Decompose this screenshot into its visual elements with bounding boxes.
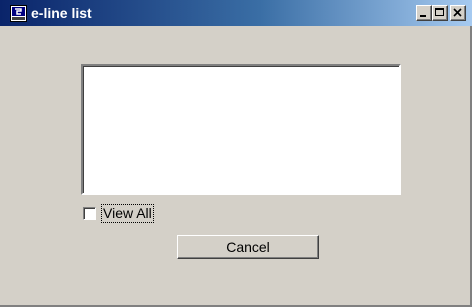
close-icon <box>453 8 462 17</box>
cancel-button[interactable]: Cancel <box>177 235 319 259</box>
maximize-button[interactable] <box>432 5 448 21</box>
title-bar[interactable]: e-line list <box>0 0 472 26</box>
view-all-checkbox[interactable] <box>83 207 96 220</box>
dialog-window: e-line list View All Cancel <box>0 0 472 307</box>
close-button[interactable] <box>450 5 466 21</box>
window-title: e-line list <box>31 5 92 21</box>
minimize-icon <box>420 15 426 17</box>
maximize-icon <box>435 8 444 16</box>
e-line-listbox[interactable] <box>81 64 401 195</box>
minimize-button[interactable] <box>416 5 432 21</box>
view-all-label[interactable]: View All <box>101 204 154 223</box>
app-icon[interactable] <box>10 5 27 22</box>
